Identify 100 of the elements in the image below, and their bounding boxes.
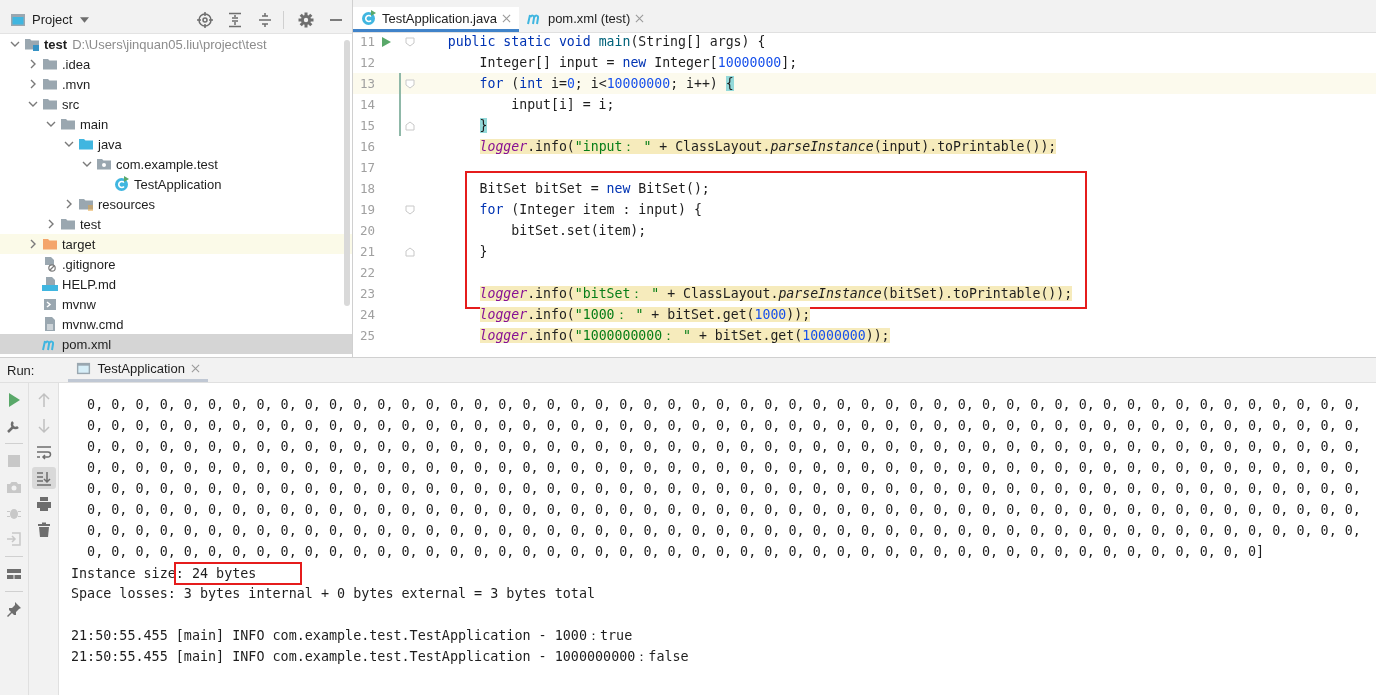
- line-number: 25: [358, 328, 375, 343]
- close-icon[interactable]: [501, 13, 511, 23]
- console-line: 21:50:55.455 [main] INFO com.example.test.TestApplication - 1000：true: [71, 628, 633, 643]
- console-line: Instance size: [71, 566, 176, 581]
- run-icon[interactable]: [381, 36, 391, 47]
- tree-item[interactable]: .mvn: [0, 74, 352, 94]
- code-line: input[i] = i;: [511, 97, 615, 112]
- collapse-all-icon[interactable]: [257, 11, 273, 28]
- expand-all-icon[interactable]: [227, 11, 243, 28]
- folder-icon: [78, 136, 94, 152]
- tree-item[interactable]: com.example.test: [0, 154, 352, 174]
- scroll-to-end-button[interactable]: [31, 467, 56, 489]
- line-number: 16: [358, 139, 375, 154]
- folder-icon: [42, 96, 58, 112]
- chevron-icon[interactable]: [28, 79, 38, 89]
- scrollbar[interactable]: [344, 40, 350, 306]
- folder-icon: [42, 56, 58, 72]
- chevron-icon[interactable]: [82, 159, 92, 169]
- tree-item[interactable]: TestApplication: [0, 174, 352, 194]
- change-marker[interactable]: [399, 115, 401, 136]
- console-line: 0, 0, 0, 0, 0, 0, 0, 0, 0, 0, 0, 0, 0, 0, 0, 0, 0, 0, 0, 0, 0, 0, 0, 0, 0, 0, 0, 0, 0, 0, 0, 0, 0, 0, 0, 0, 0, 0, 0, 0, 0, 0, 0, 0, 0, 0, 0, 0, 0, 0, 0, 0, 0,: [86, 502, 1361, 517]
- tree-item[interactable]: resources: [0, 194, 352, 214]
- line-number: 21: [358, 244, 375, 259]
- settings-icon[interactable]: [298, 11, 314, 28]
- panel-label: Run:: [6, 361, 36, 380]
- tree-item[interactable]: mvnw: [0, 294, 352, 314]
- tab-label: pom.xml (test): [547, 10, 631, 26]
- tree-item[interactable]: mvnw.cmd: [0, 314, 352, 334]
- layout-icon: [6, 566, 22, 582]
- class-icon: [361, 10, 377, 26]
- exit-icon: [6, 531, 22, 547]
- line-number: 24: [358, 307, 375, 322]
- console-line: 0, 0, 0, 0, 0, 0, 0, 0, 0, 0, 0, 0, 0, 0, 0, 0, 0, 0, 0, 0, 0, 0, 0, 0, 0, 0, 0, 0, 0, 0, 0, 0, 0, 0, 0, 0, 0, 0, 0, 0, 0, 0, 0, 0, 0, 0, 0, 0, 0, 0, 0, 0, 0,: [86, 481, 1361, 496]
- resources-folder-icon: [78, 196, 94, 212]
- line-number: 14: [358, 97, 375, 112]
- code-line: public static void main(String[] args) {: [447, 34, 766, 49]
- chevron-icon[interactable]: [28, 99, 38, 109]
- highlighted-output: : 24 bytes: [173, 562, 303, 585]
- chevron-icon[interactable]: [10, 39, 20, 49]
- tree-item[interactable]: HELP.md: [0, 274, 352, 294]
- console-line: 21:50:55.455 [main] INFO com.example.test.TestApplication - 1000000000：false: [71, 649, 689, 664]
- tree-item[interactable]: src: [0, 94, 352, 114]
- tree-item[interactable]: pom.xml: [0, 334, 352, 354]
- pin-icon: [6, 601, 22, 617]
- down-arrow-icon: [35, 418, 52, 434]
- caret-icon: [80, 16, 90, 23]
- path-label: D:\Users\jinquan05.liu\project\test: [72, 36, 267, 52]
- tab-label: TestApplication: [97, 361, 185, 376]
- tree-item[interactable]: main: [0, 114, 352, 134]
- tree-item[interactable]: java: [0, 134, 352, 154]
- code-line: Integer[] input = new Integer[10000000];: [479, 55, 798, 70]
- console-line: Space losses: 3 bytes internal + 0 bytes external = 3 bytes total: [71, 586, 596, 601]
- console-line: 0, 0, 0, 0, 0, 0, 0, 0, 0, 0, 0, 0, 0, 0, 0, 0, 0, 0, 0, 0, 0, 0, 0, 0, 0, 0, 0, 0, 0, 0, 0, 0, 0, 0, 0, 0, 0, 0, 0, 0, 0, 0, 0, 0, 0, 0, 0, 0, 0, 0, 0, 0, 0,: [86, 439, 1361, 454]
- close-icon[interactable]: [190, 364, 200, 373]
- project-view-dropdown[interactable]: Project: [32, 12, 90, 27]
- tree-item[interactable]: test: [0, 214, 352, 234]
- chevron-icon[interactable]: [46, 119, 56, 129]
- folder-icon: [60, 216, 76, 232]
- run-tab[interactable]: TestApplication: [68, 358, 208, 382]
- text-file-icon: [42, 316, 58, 332]
- chevron-icon[interactable]: [28, 59, 38, 69]
- chevron-icon[interactable]: [46, 219, 56, 229]
- editor-tab[interactable]: pom.xml (test): [518, 7, 653, 32]
- change-marker[interactable]: [399, 73, 401, 94]
- console-line: 0, 0, 0, 0, 0, 0, 0, 0, 0, 0, 0, 0, 0, 0, 0, 0, 0, 0, 0, 0, 0, 0, 0, 0, 0, 0, 0, 0, 0, 0, 0, 0, 0, 0, 0, 0, 0, 0, 0, 0, 0, 0, 0, 0, 0, 0, 0, 0, 0, 0, 0, 0, 0,: [86, 418, 1361, 433]
- tree-item[interactable]: .gitignore: [0, 254, 352, 274]
- line-number: 18: [358, 181, 375, 196]
- console-line: 0, 0, 0, 0, 0, 0, 0, 0, 0, 0, 0, 0, 0, 0, 0, 0, 0, 0, 0, 0, 0, 0, 0, 0, 0, 0, 0, 0, 0, 0, 0, 0, 0, 0, 0, 0, 0, 0, 0, 0, 0, 0, 0, 0, 0, 0, 0, 0, 0, 0, 0, 0, 0,: [86, 523, 1361, 538]
- line-number: 13: [358, 76, 375, 91]
- locate-icon[interactable]: [197, 11, 213, 28]
- tree-item[interactable]: .idea: [0, 54, 352, 74]
- folder-icon: [42, 236, 58, 252]
- line-number: 17: [358, 160, 375, 175]
- tree-item[interactable]: test D:\Users\jinquan05.liu\project\test: [0, 34, 352, 54]
- console-line: 0, 0, 0, 0, 0, 0, 0, 0, 0, 0, 0, 0, 0, 0, 0, 0, 0, 0, 0, 0, 0, 0, 0, 0, 0, 0, 0, 0, 0, 0, 0, 0, 0, 0, 0, 0, 0, 0, 0, 0, 0, 0, 0, 0, 0, 0, 0, 0, 0, 0, 0, 0, 0,: [86, 460, 1361, 475]
- chevron-icon[interactable]: [64, 199, 74, 209]
- chevron-icon[interactable]: [64, 139, 74, 149]
- line-number: 19: [358, 202, 375, 217]
- module-folder-icon: [24, 36, 40, 52]
- change-marker[interactable]: [399, 94, 401, 115]
- chevron-icon[interactable]: [28, 239, 38, 249]
- close-icon[interactable]: [635, 13, 645, 23]
- project-view-icon: [10, 11, 26, 28]
- line-number: 12: [358, 55, 375, 70]
- trash-icon: [35, 522, 52, 538]
- script-file-icon: [42, 296, 58, 312]
- package-icon: [96, 156, 112, 172]
- code-line: }: [479, 244, 488, 259]
- tab-label: TestApplication.java: [382, 10, 497, 26]
- console-line: 0, 0, 0, 0, 0, 0, 0, 0, 0, 0, 0, 0, 0, 0, 0, 0, 0, 0, 0, 0, 0, 0, 0, 0, 0, 0, 0, 0, 0, 0, 0, 0, 0, 0, 0, 0, 0, 0, 0, 0, 0, 0, 0, 0, 0, 0, 0, 0, 0, 0, 0, 0, 0,: [86, 397, 1361, 412]
- editor-tab[interactable]: TestApplication.java: [353, 7, 519, 32]
- markdown-file-icon: [42, 276, 58, 292]
- camera-icon: [6, 479, 22, 495]
- folder-icon: [42, 76, 58, 92]
- code-line: for (Integer item : input) {: [479, 202, 702, 217]
- line-number: 23: [358, 286, 375, 301]
- line-number: 11: [358, 34, 375, 49]
- tree-item[interactable]: target: [0, 234, 352, 254]
- printer-icon: [35, 496, 52, 512]
- line-number: 15: [358, 118, 375, 133]
